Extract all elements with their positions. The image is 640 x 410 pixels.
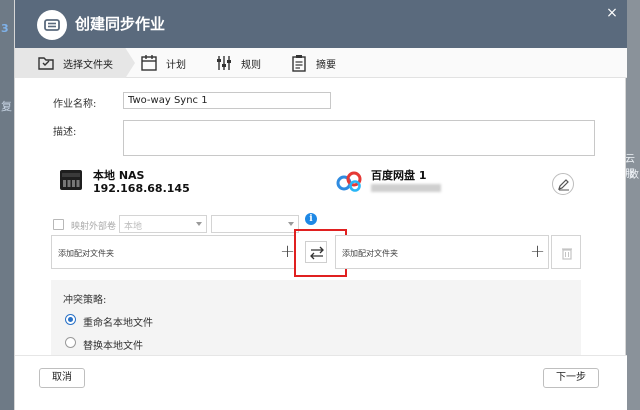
local-pair-folder-box[interactable]: 添加配对文件夹 + — [51, 235, 295, 269]
step-label: 计划 — [166, 59, 186, 71]
job-name-label: 作业名称: — [53, 99, 97, 110]
remote-pair-placeholder: 添加配对文件夹 — [342, 249, 398, 258]
chevron-down-icon — [196, 222, 202, 226]
step-schedule[interactable]: 计划 — [140, 48, 210, 78]
dialog-titlebar: 创建同步作业 × — [15, 0, 627, 48]
map-external-volume-checkbox[interactable] — [53, 219, 64, 230]
add-remote-folder-icon[interactable]: + — [530, 243, 545, 261]
delete-pair-box[interactable] — [551, 235, 581, 269]
create-sync-job-dialog: 创建同步作业 × 选择文件夹 计划 规则 摘要 作业名称: Two-way Sy… — [14, 0, 627, 410]
radio-label: 重命名本地文件 — [83, 318, 153, 329]
info-icon[interactable]: i — [305, 213, 317, 225]
description-textarea[interactable] — [123, 120, 595, 156]
step-label: 规则 — [241, 59, 261, 71]
local-volume-select[interactable]: 本地 — [119, 215, 207, 233]
local-device-name: 本地 NAS — [93, 169, 145, 182]
step-select-folder[interactable]: 选择文件夹 — [15, 48, 135, 78]
step-rules[interactable]: 规则 — [215, 48, 285, 78]
background-glyph: 复 — [1, 100, 12, 113]
step-summary[interactable]: 摘要 — [290, 48, 360, 78]
nas-device-icon — [59, 168, 83, 192]
edit-icon — [558, 179, 569, 191]
dialog-title: 创建同步作业 — [75, 15, 166, 33]
next-button[interactable]: 下一步 — [543, 368, 599, 388]
trash-icon — [562, 248, 572, 260]
conflict-policy-panel: 冲突策略: 重命名本地文件 替换本地文件 — [51, 280, 581, 355]
select-value: 本地 — [124, 222, 143, 232]
remote-device-name: 百度网盘 1 — [371, 169, 427, 182]
radio-rename-local[interactable] — [65, 314, 76, 325]
step-label: 选择文件夹 — [63, 59, 113, 71]
chevron-down-icon — [288, 222, 294, 226]
map-external-volume-label: 映射外部卷 — [71, 222, 117, 232]
wizard-steps: 选择文件夹 计划 规则 摘要 — [15, 48, 627, 78]
radio-replace-local[interactable] — [65, 337, 76, 348]
radio-label: 替换本地文件 — [83, 341, 143, 352]
baidu-cloud-icon — [335, 168, 365, 194]
edit-remote-button[interactable] — [552, 173, 574, 195]
external-volume-select[interactable] — [211, 215, 299, 233]
dialog-footer: 取消 下一步 — [15, 355, 627, 410]
close-button[interactable]: × — [605, 6, 619, 20]
description-label: 描述: — [53, 127, 77, 138]
cancel-button[interactable]: 取消 — [39, 368, 85, 388]
sync-app-icon — [37, 10, 67, 40]
job-name-input[interactable] — [123, 92, 331, 109]
step-label: 摘要 — [316, 59, 336, 71]
clipboard-icon — [290, 54, 308, 72]
calendar-icon — [140, 54, 158, 72]
remote-account-redacted — [371, 184, 441, 192]
background-glyph: 数 — [629, 170, 639, 181]
sliders-icon — [215, 54, 233, 72]
conflict-policy-title: 冲突策略: — [63, 295, 107, 306]
background-app-left: 3 复 — [0, 0, 14, 410]
background-glyph: 3 — [1, 22, 9, 35]
local-pair-placeholder: 添加配对文件夹 — [58, 249, 114, 258]
background-app-right: 云服 数 — [625, 0, 640, 410]
local-device-ip: 192.168.68.145 — [93, 182, 190, 195]
remote-pair-folder-box[interactable]: 添加配对文件夹 + — [335, 235, 549, 269]
add-local-folder-icon[interactable]: + — [280, 243, 295, 261]
folder-select-icon — [37, 54, 55, 72]
